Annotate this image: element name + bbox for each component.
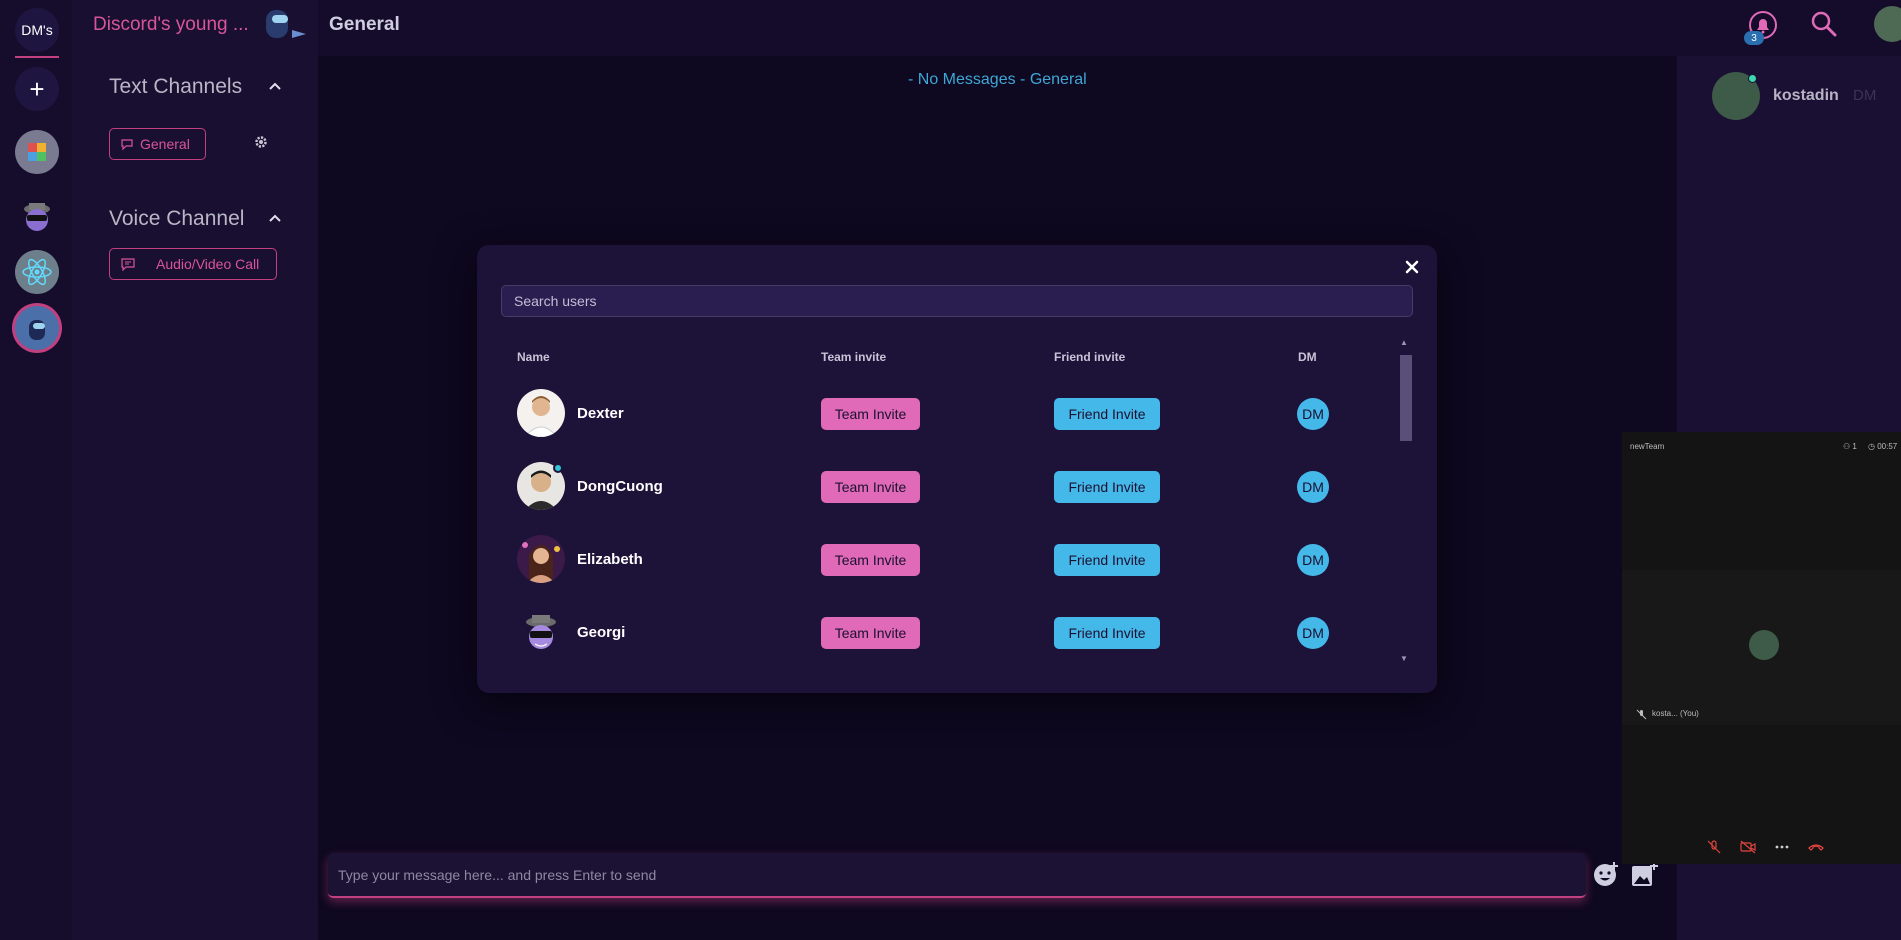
channel-label: Audio/Video Call <box>156 256 260 272</box>
team-invite-button[interactable]: Team Invite <box>821 544 920 576</box>
spy-mascot-icon <box>24 203 50 231</box>
avatar <box>517 608 565 656</box>
scroll-down-arrow-icon[interactable]: ▼ <box>1400 654 1408 663</box>
close-icon[interactable] <box>1404 258 1420 281</box>
friend-invite-button[interactable]: Friend Invite <box>1054 471 1160 503</box>
column-header-dm: DM <box>1298 350 1317 364</box>
friend-invite-button[interactable]: Friend Invite <box>1054 617 1160 649</box>
dm-button[interactable]: DM <box>1297 471 1329 503</box>
rail-divider <box>15 56 59 58</box>
search-input-box <box>501 285 1413 317</box>
channel-title: General <box>329 14 400 35</box>
participant-count: ⚇ 1 <box>1843 442 1857 451</box>
user-name: DongCuong <box>577 478 663 495</box>
dms-button[interactable]: DM's <box>15 8 59 52</box>
server-icon-games[interactable] <box>15 130 59 174</box>
server-icon-react[interactable] <box>15 250 59 294</box>
chevron-up-icon[interactable] <box>268 78 282 94</box>
amongus-crewmate-icon <box>266 10 306 38</box>
table-row: Georgi Team Invite Friend Invite DM <box>501 603 1401 663</box>
column-header-name: Name <box>517 350 550 364</box>
message-input[interactable] <box>328 853 1586 896</box>
call-duration: ◷ 00:57 <box>1868 442 1897 451</box>
dm-button[interactable]: DM <box>1297 398 1329 430</box>
avatar <box>517 535 565 583</box>
call-duration-value: 00:57 <box>1877 442 1898 451</box>
channel-item-general[interactable]: General <box>109 128 206 160</box>
column-header-team-invite: Team invite <box>821 350 887 364</box>
server-icon-spy[interactable] <box>15 194 59 238</box>
friend-invite-button[interactable]: Friend Invite <box>1054 398 1160 430</box>
dm-button[interactable]: DM <box>1297 544 1329 576</box>
camera-off-icon[interactable] <box>1740 840 1756 854</box>
clock-icon: ◷ <box>1868 442 1875 451</box>
table-row: DongCuong Team Invite Friend Invite DM <box>501 457 1401 517</box>
call-team-name: newTeam <box>1630 442 1665 451</box>
user-name: Elizabeth <box>577 551 643 568</box>
image-add-icon[interactable] <box>1630 860 1660 888</box>
avatar <box>1749 630 1779 660</box>
mic-off-icon[interactable] <box>1706 840 1722 854</box>
search-input[interactable] <box>502 286 1412 316</box>
message-composer <box>328 853 1586 898</box>
server-name[interactable]: Discord's young ... <box>93 14 249 36</box>
add-server-button[interactable]: + <box>15 67 59 111</box>
notification-badge: 3 <box>1744 31 1764 45</box>
message-square-icon <box>121 258 135 271</box>
server-avatar <box>262 6 308 44</box>
chevron-up-icon[interactable] <box>268 210 282 226</box>
dm-button[interactable]: DM <box>1297 617 1329 649</box>
search-icon[interactable] <box>1810 10 1838 38</box>
dm-label[interactable]: DM <box>1853 87 1876 104</box>
gear-icon[interactable] <box>254 135 268 153</box>
mic-off-icon <box>1636 707 1647 720</box>
avatar <box>517 389 565 437</box>
online-status-dot <box>553 463 563 473</box>
team-invite-button[interactable]: Team Invite <box>821 617 920 649</box>
hang-up-icon[interactable] <box>1808 840 1824 854</box>
emoji-add-icon[interactable] <box>1592 860 1620 888</box>
user-name: Dexter <box>577 405 624 422</box>
team-invite-button[interactable]: Team Invite <box>821 398 920 430</box>
channel-label: General <box>140 136 190 152</box>
team-invite-button[interactable]: Team Invite <box>821 471 920 503</box>
participant-count-value: 1 <box>1852 442 1857 451</box>
user-name: Georgi <box>577 624 626 641</box>
text-channels-title: Text Channels <box>109 75 243 98</box>
table-row: Elizabeth Team Invite Friend Invite DM <box>501 530 1401 590</box>
scroll-up-arrow-icon[interactable]: ▲ <box>1400 338 1408 347</box>
channel-item-audio-video[interactable]: Audio/Video Call <box>109 248 277 280</box>
empty-state-text: - No Messages - General <box>908 71 1087 88</box>
amongus-crewmate-icon <box>15 306 59 350</box>
dm-user-name[interactable]: kostadin <box>1773 87 1839 105</box>
top-bar <box>318 0 1901 56</box>
server-icon-amongus-active[interactable] <box>15 306 59 350</box>
self-participant-label: kosta... (You) <box>1652 709 1699 718</box>
server-rail: DM's + <box>0 0 72 940</box>
column-header-friend-invite: Friend invite <box>1054 350 1126 364</box>
react-atom-icon <box>15 250 59 294</box>
colorful-blocks-icon <box>15 130 59 174</box>
table-row: Dexter Team Invite Friend Invite DM <box>501 384 1401 444</box>
chat-bubble-icon <box>121 139 133 151</box>
scrollbar-thumb[interactable] <box>1400 355 1412 441</box>
friend-invite-button[interactable]: Friend Invite <box>1054 544 1160 576</box>
online-status-dot <box>1748 74 1757 83</box>
people-icon: ⚇ <box>1843 442 1851 451</box>
more-options-icon[interactable] <box>1774 840 1790 854</box>
voice-channel-title: Voice Channel <box>109 207 245 230</box>
